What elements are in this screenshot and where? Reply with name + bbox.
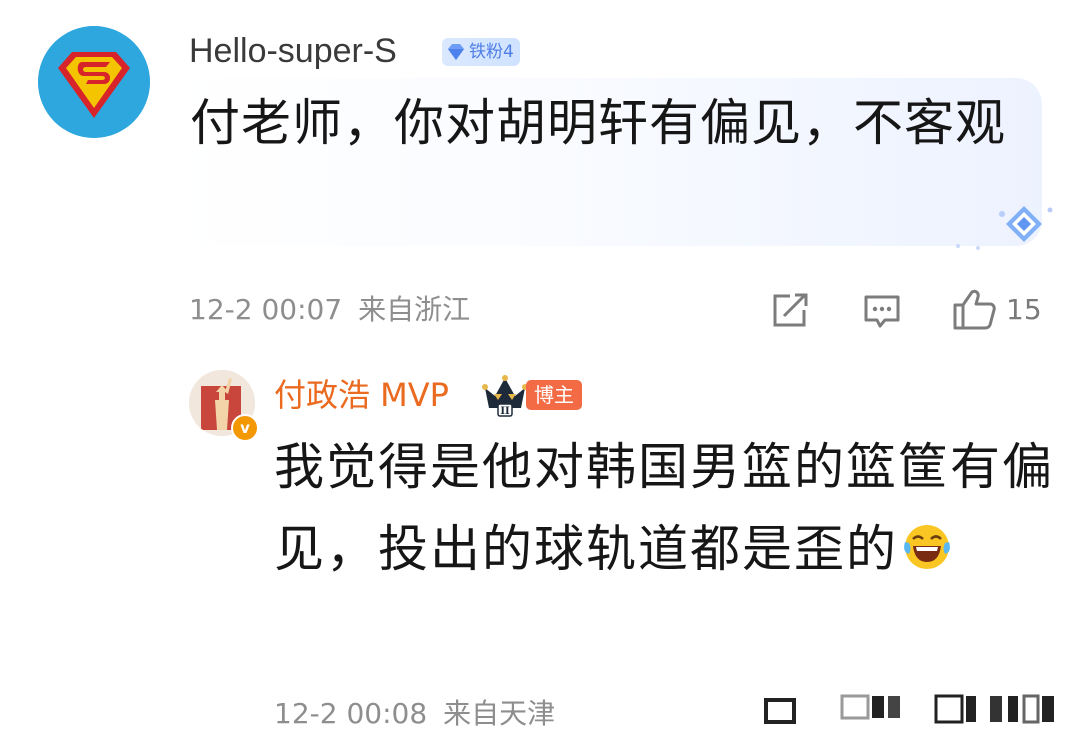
- reply-username[interactable]: 付政浩 MVP: [274, 373, 449, 417]
- comment-meta: 12-2 00:07 来自浙江: [189, 290, 470, 330]
- crown-level: II: [500, 406, 510, 417]
- fan-level-badge[interactable]: 铁粉4: [442, 38, 520, 66]
- share-icon[interactable]: [770, 292, 810, 328]
- weibo-comment-thread: Hello-super-S 铁粉4 付老师，你对胡明轩有偏见，不客观 12-2 …: [0, 0, 1080, 744]
- comment-text: 付老师，你对胡明轩有偏见，不客观: [190, 94, 1006, 152]
- comment-location: 来自浙江: [358, 293, 471, 326]
- action-icons-row[interactable]: [760, 690, 1060, 730]
- fan-badge-label: 铁粉4: [469, 42, 514, 62]
- laughing-tears-emoji: [904, 525, 950, 569]
- thumbs-up-icon[interactable]: [952, 288, 996, 330]
- comment-timestamp: 12-2 00:07: [189, 293, 343, 326]
- comment-username[interactable]: Hello-super-S: [189, 28, 397, 74]
- diamond-sparkle-icon: [956, 206, 1053, 250]
- diamond-icon: [448, 44, 464, 60]
- superman-logo-avatar[interactable]: [38, 26, 150, 138]
- reply-timestamp: 12-2 00:08: [274, 697, 428, 730]
- crown-icon: II: [482, 375, 528, 417]
- reply-location: 来自天津: [443, 697, 556, 730]
- blogger-badge: 博主: [526, 380, 582, 410]
- like-count: 15: [1006, 293, 1042, 326]
- reply-text-block: 我觉得是他对韩国男篮的篮筐有偏见，投出的球轨道都是歪的: [274, 426, 1054, 590]
- reply-meta: 12-2 00:08 来自天津: [274, 694, 555, 734]
- comment-icon[interactable]: [862, 294, 902, 330]
- verified-badge: v: [231, 414, 259, 442]
